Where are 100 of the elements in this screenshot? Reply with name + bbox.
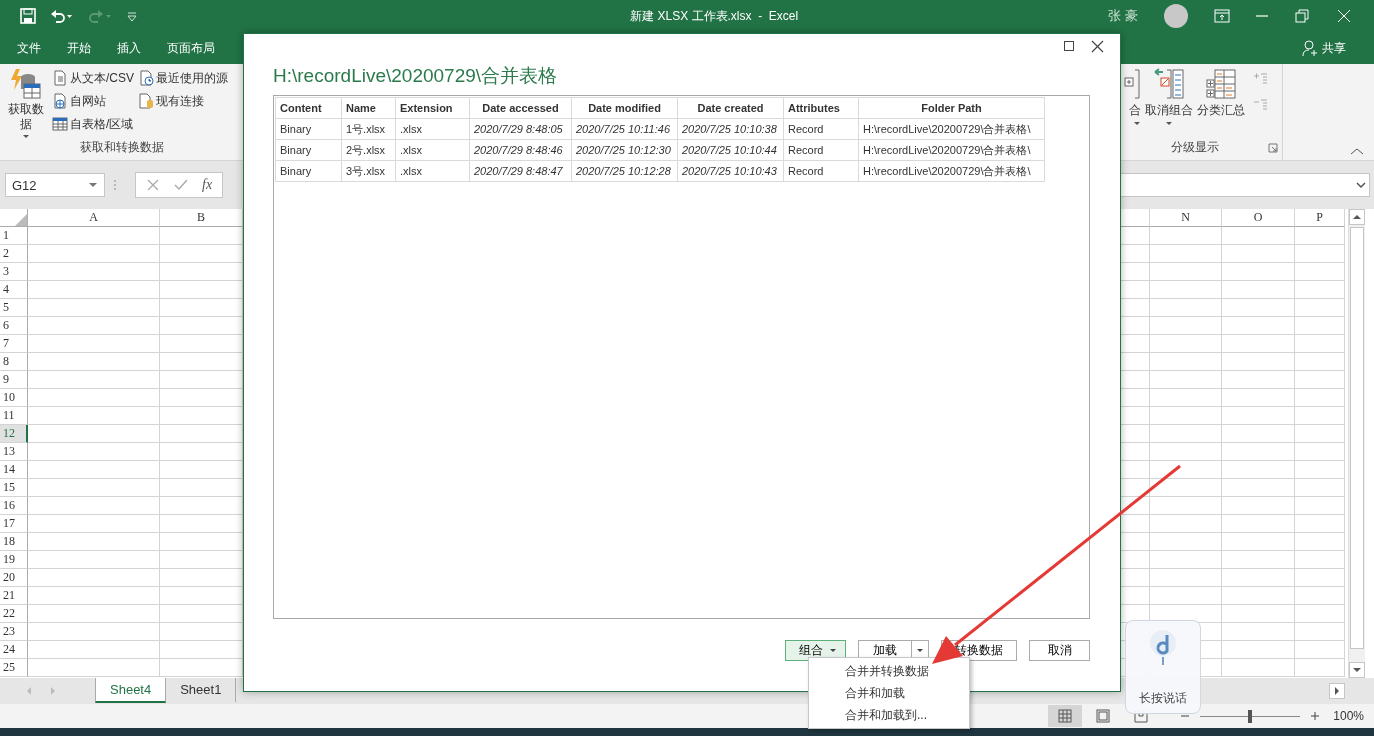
get-data-button[interactable]: 获取数据 (4, 68, 48, 139)
ribbon-tab[interactable]: 开始 (54, 34, 104, 62)
table-cell: 2020/7/25 10:12:28 (571, 160, 678, 182)
ribbon-button[interactable]: 最近使用的源 (138, 68, 228, 88)
row-header[interactable]: 14 (0, 461, 28, 479)
row-header[interactable]: 7 (0, 335, 28, 353)
row-header[interactable]: 24 (0, 641, 28, 659)
ribbon-tab[interactable]: 插入 (104, 34, 154, 62)
dialog-launcher-icon (1268, 142, 1278, 153)
ribbon-tab[interactable]: 页面布局 (154, 34, 228, 62)
ribbon-tab[interactable]: 文件 (4, 34, 54, 62)
customize-caret-icon (126, 10, 138, 22)
cancel-icon (146, 178, 160, 192)
table-cell: 2020/7/25 10:11:46 (571, 118, 678, 140)
ribbon-button[interactable]: 合 (1121, 68, 1143, 139)
zoom-level[interactable]: 100% (1324, 709, 1364, 723)
table-cell: Record (783, 139, 859, 161)
row-header[interactable]: 19 (0, 551, 28, 569)
table-cell: 2020/7/25 10:10:43 (677, 160, 784, 182)
row-header[interactable]: 16 (0, 497, 28, 515)
sheet-tab[interactable]: Sheet4 (95, 678, 167, 703)
web-page-icon (52, 93, 68, 109)
page-view-icon (1095, 708, 1111, 724)
row-header[interactable]: 25 (0, 659, 28, 677)
caret-icon (88, 182, 98, 188)
row-header[interactable]: 11 (0, 407, 28, 425)
ribbon-button[interactable]: 现有连接 (138, 91, 228, 111)
close-icon (1091, 40, 1104, 53)
ribbon-button[interactable]: 从文本/CSV (52, 68, 134, 88)
row-header[interactable]: 1 (0, 227, 28, 245)
menu-item[interactable]: 合并和加载 (809, 682, 969, 704)
slider-thumb[interactable] (1248, 709, 1252, 723)
row-header[interactable]: 4 (0, 281, 28, 299)
voice-popup[interactable]: 长按说话 (1125, 620, 1201, 714)
row-header[interactable]: 6 (0, 317, 28, 335)
ribbon-button[interactable]: 自网站 (52, 91, 134, 111)
row-header[interactable]: 15 (0, 479, 28, 497)
grip-icon (113, 179, 117, 191)
database-document-icon (138, 93, 154, 109)
menu-item[interactable]: 合并并转换数据 (809, 660, 969, 682)
name-box[interactable]: G12 (5, 173, 105, 197)
row-header[interactable]: 13 (0, 443, 28, 461)
row-header[interactable]: 20 (0, 569, 28, 587)
voice-hint: 长按说话 (1139, 690, 1187, 707)
vertical-scrollbar[interactable] (1348, 209, 1365, 678)
window-title: 新建 XLSX 工作表.xlsx - Excel (629, 7, 800, 25)
row-header[interactable]: 21 (0, 587, 28, 605)
column-header: Date modified (571, 97, 678, 119)
column-header: Attributes (783, 97, 859, 119)
lightning-database-icon (10, 68, 42, 100)
dialog-button[interactable]: 取消 (1029, 640, 1090, 661)
sheet-tab[interactable]: Sheet1 (166, 678, 237, 702)
down-arrow-icon (1352, 666, 1362, 674)
table-cell: H:\recordLive\20200729\合并表格\ (858, 160, 1045, 182)
dialog-title: H:\recordLive\20200729\合并表格 (272, 64, 559, 88)
table-cell: H:\recordLive\20200729\合并表格\ (858, 139, 1045, 161)
clock-document-icon (138, 70, 154, 86)
row-header[interactable]: 3 (0, 263, 28, 281)
document-icon (52, 70, 68, 86)
ungroup-rows-icon (1153, 68, 1185, 100)
row-header[interactable]: 17 (0, 515, 28, 533)
row-header[interactable]: 9 (0, 371, 28, 389)
row-header[interactable]: 10 (0, 389, 28, 407)
avatar-icon[interactable] (1164, 4, 1188, 28)
column-header: Folder Path (858, 97, 1045, 119)
table-cell: 2020/7/25 10:12:30 (571, 139, 678, 161)
table-cell: Binary (275, 118, 342, 140)
right-arrow-icon (1333, 686, 1341, 696)
share-button[interactable]: 共享 (1322, 39, 1346, 57)
row-header[interactable]: 12 (0, 425, 28, 443)
table-cell: 2020/7/29 8:48:05 (469, 118, 572, 140)
column-header: Date created (677, 97, 784, 119)
ribbon-button[interactable]: 取消组合 (1143, 68, 1195, 139)
save-icon (20, 8, 36, 24)
ribbon-button[interactable]: 自表格/区域 (52, 114, 134, 134)
row-header[interactable]: 23 (0, 623, 28, 641)
ribbon-display-icon (1214, 8, 1230, 24)
table-cell: 2020/7/29 8:48:47 (469, 160, 572, 182)
check-icon (174, 178, 188, 192)
row-header[interactable]: 8 (0, 353, 28, 371)
caret-icon (829, 648, 837, 653)
table-cell: Binary (275, 139, 342, 161)
view-button[interactable] (1048, 705, 1082, 727)
add-person-icon (1302, 40, 1318, 56)
group-label: 分级显示 (1169, 139, 1220, 156)
ribbon-button[interactable]: 分类汇总 (1195, 68, 1247, 139)
table-cell: Record (783, 118, 859, 140)
row-header[interactable]: 18 (0, 533, 28, 551)
row-header[interactable]: 22 (0, 605, 28, 623)
row-header[interactable]: 5 (0, 299, 28, 317)
insert-function-button[interactable]: fx (202, 177, 213, 193)
table-cell: .xlsx (395, 160, 470, 182)
menu-item[interactable]: 合并和加载到... (809, 704, 969, 726)
table-icon (52, 116, 68, 132)
minimize-icon (1256, 15, 1268, 17)
caret-icon (916, 648, 924, 653)
table-cell: 1号.xlsx (341, 118, 396, 140)
column-header: Content (275, 97, 342, 119)
row-header[interactable]: 2 (0, 245, 28, 263)
maximize-icon (1063, 40, 1075, 52)
